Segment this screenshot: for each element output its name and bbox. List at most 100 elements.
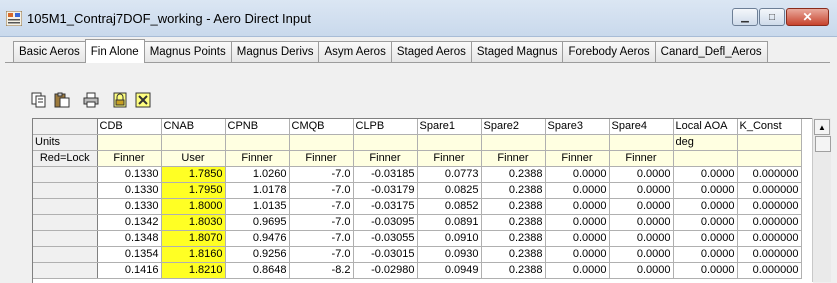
data-cell[interactable]: 1.7850 [161, 166, 226, 183]
data-cell[interactable]: 0.1330 [97, 166, 162, 183]
data-cell[interactable]: 0.0000 [673, 198, 738, 215]
source-cell[interactable]: Finner [481, 150, 546, 167]
data-cell[interactable]: 0.0000 [545, 262, 610, 279]
source-cell[interactable]: Finner [417, 150, 482, 167]
units-cell[interactable] [353, 134, 418, 151]
data-cell[interactable]: 0.2388 [481, 246, 546, 263]
units-cell[interactable] [417, 134, 482, 151]
minimize-button[interactable]: ▁ [732, 8, 758, 26]
data-cell[interactable]: 0.0000 [609, 198, 674, 215]
data-cell[interactable]: 0.0000 [609, 230, 674, 247]
data-cell[interactable]: -0.03175 [353, 198, 418, 215]
lock-icon[interactable] [109, 90, 131, 110]
data-cell[interactable]: 0.0000 [609, 246, 674, 263]
data-cell[interactable]: 0.0773 [417, 166, 482, 183]
vertical-scrollbar[interactable]: ▲ [812, 118, 831, 282]
data-cell[interactable]: 0.2388 [481, 198, 546, 215]
tab-magnus-derivs[interactable]: Magnus Derivs [230, 41, 320, 62]
source-cell[interactable] [673, 150, 738, 167]
data-cell[interactable]: 0.0000 [673, 246, 738, 263]
units-cell[interactable] [161, 134, 226, 151]
tab-magnus-points[interactable]: Magnus Points [143, 41, 232, 62]
data-cell[interactable]: 0.0000 [545, 166, 610, 183]
data-cell[interactable]: 0.9695 [225, 214, 290, 231]
maximize-button[interactable]: □ [759, 8, 785, 26]
data-cell[interactable]: 0.0000 [673, 182, 738, 199]
source-cell[interactable]: Finner [97, 150, 162, 167]
data-cell[interactable]: -7.0 [289, 246, 354, 263]
data-cell[interactable]: -7.0 [289, 182, 354, 199]
tab-staged-magnus[interactable]: Staged Magnus [470, 41, 564, 62]
data-cell[interactable]: 0.0910 [417, 230, 482, 247]
source-cell[interactable]: User [161, 150, 226, 167]
units-cell[interactable] [545, 134, 610, 151]
data-cell[interactable]: 0.000000 [737, 230, 802, 247]
data-cell[interactable]: 1.7950 [161, 182, 226, 199]
data-cell[interactable]: 0.0852 [417, 198, 482, 215]
units-cell[interactable] [97, 134, 162, 151]
data-cell[interactable]: 0.1416 [97, 262, 162, 279]
data-cell[interactable]: 1.0178 [225, 182, 290, 199]
data-cell[interactable]: -0.03055 [353, 230, 418, 247]
data-cell[interactable]: 0.0000 [609, 262, 674, 279]
row-header[interactable] [33, 166, 98, 183]
data-cell[interactable]: -0.03179 [353, 182, 418, 199]
data-cell[interactable]: -0.02980 [353, 262, 418, 279]
source-cell[interactable]: Finner [353, 150, 418, 167]
data-cell[interactable]: -0.03095 [353, 214, 418, 231]
data-cell[interactable]: 1.8210 [161, 262, 226, 279]
data-cell[interactable]: 0.2388 [481, 166, 546, 183]
tab-canard-defl-aeros[interactable]: Canard_Defl_Aeros [654, 41, 768, 62]
row-header[interactable] [33, 182, 98, 199]
source-cell[interactable]: Finner [289, 150, 354, 167]
data-cell[interactable]: 0.0000 [545, 182, 610, 199]
data-cell[interactable]: -0.03015 [353, 246, 418, 263]
data-cell[interactable]: 1.8030 [161, 214, 226, 231]
data-cell[interactable]: 0.1348 [97, 230, 162, 247]
source-cell[interactable]: Finner [609, 150, 674, 167]
data-cell[interactable]: 1.8160 [161, 246, 226, 263]
data-cell[interactable]: 0.0930 [417, 246, 482, 263]
close-button[interactable]: ✕ [786, 8, 829, 26]
data-cell[interactable]: 0.0000 [545, 246, 610, 263]
data-cell[interactable]: 0.9256 [225, 246, 290, 263]
data-cell[interactable]: 0.2388 [481, 230, 546, 247]
data-cell[interactable]: 0.8648 [225, 262, 290, 279]
data-cell[interactable]: 0.0000 [545, 214, 610, 231]
tab-staged-aeros[interactable]: Staged Aeros [390, 41, 472, 62]
data-cell[interactable]: 0.1330 [97, 182, 162, 199]
row-header[interactable] [33, 230, 98, 247]
data-cell[interactable]: 0.0825 [417, 182, 482, 199]
data-cell[interactable]: 1.8070 [161, 230, 226, 247]
data-cell[interactable]: -7.0 [289, 166, 354, 183]
row-header[interactable] [33, 198, 98, 215]
data-cell[interactable]: 1.0260 [225, 166, 290, 183]
source-cell[interactable] [737, 150, 802, 167]
tab-fin-alone[interactable]: Fin Alone [84, 39, 145, 63]
units-cell[interactable] [609, 134, 674, 151]
print-icon[interactable] [80, 90, 102, 110]
data-cell[interactable]: 0.0949 [417, 262, 482, 279]
data-cell[interactable]: 0.2388 [481, 262, 546, 279]
data-cell[interactable]: 0.0000 [545, 230, 610, 247]
data-cell[interactable]: 0.0000 [545, 198, 610, 215]
scroll-up-icon[interactable]: ▲ [814, 119, 830, 135]
scroll-thumb[interactable] [815, 136, 831, 152]
data-cell[interactable]: 0.000000 [737, 182, 802, 199]
data-cell[interactable]: -7.0 [289, 230, 354, 247]
tab-asym-aeros[interactable]: Asym Aeros [318, 41, 392, 62]
data-cell[interactable]: 1.8000 [161, 198, 226, 215]
tab-forebody-aeros[interactable]: Forebody Aeros [562, 41, 656, 62]
data-cell[interactable]: -7.0 [289, 214, 354, 231]
units-cell[interactable]: deg [673, 134, 738, 151]
source-cell[interactable]: Finner [545, 150, 610, 167]
row-header[interactable] [33, 214, 98, 231]
copy-icon[interactable] [28, 90, 50, 110]
data-cell[interactable]: 0.000000 [737, 246, 802, 263]
data-cell[interactable]: 0.000000 [737, 198, 802, 215]
data-cell[interactable]: 0.0000 [673, 230, 738, 247]
delete-icon[interactable] [132, 90, 154, 110]
data-cell[interactable]: 0.1330 [97, 198, 162, 215]
data-cell[interactable]: 0.0000 [609, 214, 674, 231]
data-cell[interactable]: 0.2388 [481, 182, 546, 199]
